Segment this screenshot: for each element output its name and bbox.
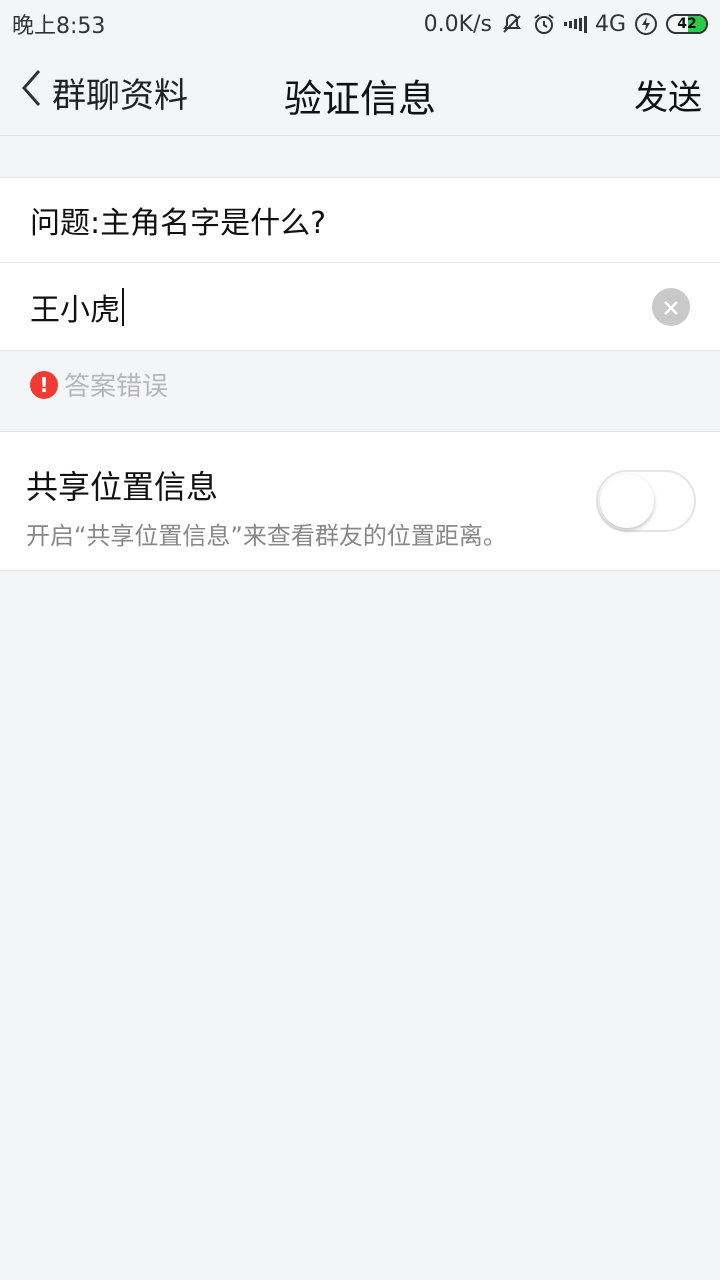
question-row: 问题:主角名字是什么?: [0, 177, 720, 263]
status-time: 晚上8:53: [12, 14, 106, 39]
title-bar: 群聊资料 验证信息 发送: [0, 48, 720, 136]
toggle-knob: [600, 474, 654, 528]
status-icons: 0.0K/s 4G 42: [424, 12, 708, 37]
text-cursor: [122, 287, 124, 326]
network-speed: 0.0K/s: [423, 11, 492, 37]
answer-field[interactable]: 王小虎: [0, 263, 720, 351]
alarm-icon: [532, 12, 556, 36]
signal-icon: [563, 15, 587, 33]
error-icon: !: [30, 370, 58, 399]
page-title: 验证信息: [283, 77, 436, 121]
error-message: ! 答案错误: [30, 366, 168, 403]
battery-icon: 42: [666, 14, 708, 34]
question-text: 问题:主角名字是什么?: [30, 206, 327, 241]
network-type: 4G: [594, 11, 626, 37]
mute-icon: [500, 12, 524, 36]
share-location-title: 共享位置信息: [26, 468, 219, 506]
close-icon: [662, 290, 680, 325]
answer-input[interactable]: 王小虎: [30, 285, 120, 329]
share-location-toggle[interactable]: [596, 470, 696, 532]
send-button[interactable]: 发送: [634, 70, 702, 119]
status-bar: 晚上8:53 0.0K/s 4G 42: [0, 0, 720, 48]
share-location-row: 共享位置信息 开启“共享位置信息”来查看群友的位置距离。: [0, 431, 720, 571]
charging-icon: [634, 12, 658, 36]
battery-level: 42: [677, 16, 697, 32]
share-location-description: 开启“共享位置信息”来查看群友的位置距离。: [26, 522, 507, 550]
clear-button[interactable]: [652, 288, 690, 326]
error-text: 答案错误: [64, 372, 169, 402]
